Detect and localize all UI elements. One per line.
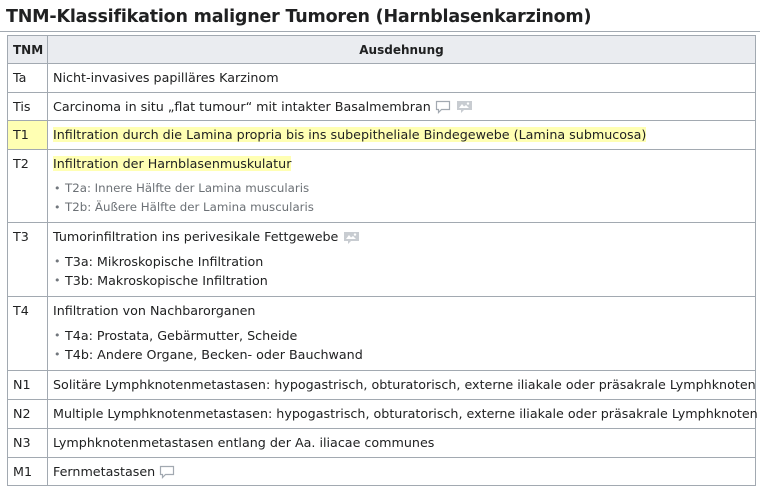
- table-row-tis: Tis Carcinoma in situ „flat tumour“ mit …: [7, 92, 756, 121]
- table-row-n2: N2 Multiple Lymphknotenmetastasen: hypog…: [7, 399, 758, 429]
- tnm-code: Ta: [7, 63, 48, 93]
- table-row-n3: N3 Lymphknotenmetastasen entlang der Aa.…: [7, 428, 756, 458]
- tnm-description: Multiple Lymphknotenmetastasen: hypogast…: [47, 399, 758, 429]
- tnm-code: N1: [7, 370, 48, 400]
- list-item: T2a: Innere Hälfte der Lamina muscularis: [54, 179, 750, 198]
- tnm-description-cell: Infiltration der Harnblasenmuskulatur T2…: [47, 149, 756, 223]
- list-item: T3b: Makroskopische Infiltration: [54, 271, 750, 290]
- comment-bubble-icon[interactable]: [159, 465, 175, 479]
- tnm-description-cell: Carcinoma in situ „flat tumour“ mit inta…: [47, 92, 756, 121]
- tnm-description: Tumorinfiltration ins perivesikale Fettg…: [53, 229, 339, 244]
- tnm-code: T1: [7, 120, 48, 150]
- list-item: T4a: Prostata, Gebärmutter, Scheide: [54, 326, 750, 345]
- table-row-ta: Ta Nicht-invasives papilläres Karzinom: [7, 63, 756, 93]
- title-divider: [0, 31, 760, 32]
- image-placeholder-icon[interactable]: [343, 231, 360, 245]
- header-extent[interactable]: Ausdehnung: [47, 35, 756, 64]
- tnm-description: Lymphknotenmetastasen entlang der Aa. il…: [47, 428, 756, 458]
- tnm-description-cell: Fernmetastasen: [47, 457, 756, 486]
- list-item: T4b: Andere Organe, Becken- oder Bauchwa…: [54, 345, 750, 364]
- tnm-description: Infiltration von Nachbarorganen: [53, 303, 256, 318]
- tnm-code: N3: [7, 428, 48, 458]
- table-row-n1: N1 Solitäre Lymphknotenmetastasen: hypog…: [7, 370, 756, 400]
- tnm-description: Fernmetastasen: [53, 463, 156, 479]
- sub-stage-list: T3a: Mikroskopische Infiltration T3b: Ma…: [53, 252, 750, 290]
- tnm-code: Tis: [7, 92, 48, 121]
- tnm-description: Solitäre Lymphknotenmetastasen: hypogast…: [47, 370, 756, 400]
- image-placeholder-icon[interactable]: [456, 100, 473, 114]
- tnm-description-cell: Infiltration durch die Lamina propria bi…: [47, 120, 756, 150]
- header-tnm[interactable]: TNM: [7, 35, 48, 64]
- list-item: T3a: Mikroskopische Infiltration: [54, 252, 750, 271]
- tnm-description: Carcinoma in situ „flat tumour“ mit inta…: [53, 98, 431, 114]
- table-row-m1: M1 Fernmetastasen: [7, 457, 756, 486]
- comment-bubble-icon[interactable]: [435, 100, 451, 114]
- section-title: TNM-Klassifikation maligner Tumoren (Har…: [6, 7, 592, 27]
- tnm-code: T2: [7, 149, 48, 223]
- table-row-t3: T3 Tumorinfiltration ins perivesikale Fe…: [7, 222, 756, 297]
- article-section: TNM-Klassifikation maligner Tumoren (Har…: [0, 0, 760, 486]
- table-row-t1: T1 Infiltration durch die Lamina propria…: [7, 120, 756, 150]
- sub-stage-list: T2a: Innere Hälfte der Lamina muscularis…: [53, 179, 750, 217]
- tnm-code: T3: [7, 222, 48, 297]
- table-row-t4: T4 Infiltration von Nachbarorganen T4a: …: [7, 296, 756, 371]
- tnm-code: T4: [7, 296, 48, 371]
- sub-stage-list: T4a: Prostata, Gebärmutter, Scheide T4b:…: [53, 326, 750, 364]
- tnm-code: N2: [7, 399, 48, 429]
- tnm-table: TNM Ausdehnung Ta Nicht-invasives papill…: [7, 35, 758, 486]
- highlighted-text: Infiltration durch die Lamina propria: [53, 127, 283, 142]
- tnm-description: Infiltration der Harnblasenmuskulatur: [53, 156, 292, 171]
- tnm-code: M1: [7, 457, 48, 486]
- table-row-t2: T2 Infiltration der Harnblasenmuskulatur…: [7, 149, 756, 223]
- tnm-description: Nicht-invasives papilläres Karzinom: [47, 63, 756, 93]
- list-item: T2b: Äußere Hälfte der Lamina muscularis: [54, 198, 750, 217]
- table-header-row: TNM Ausdehnung: [7, 35, 756, 64]
- tnm-description-cell: Infiltration von Nachbarorganen T4a: Pro…: [47, 296, 756, 371]
- tnm-description: bis ins subepitheliale Bindegewebe (Lami…: [282, 127, 647, 142]
- tnm-description-cell: Tumorinfiltration ins perivesikale Fettg…: [47, 222, 756, 297]
